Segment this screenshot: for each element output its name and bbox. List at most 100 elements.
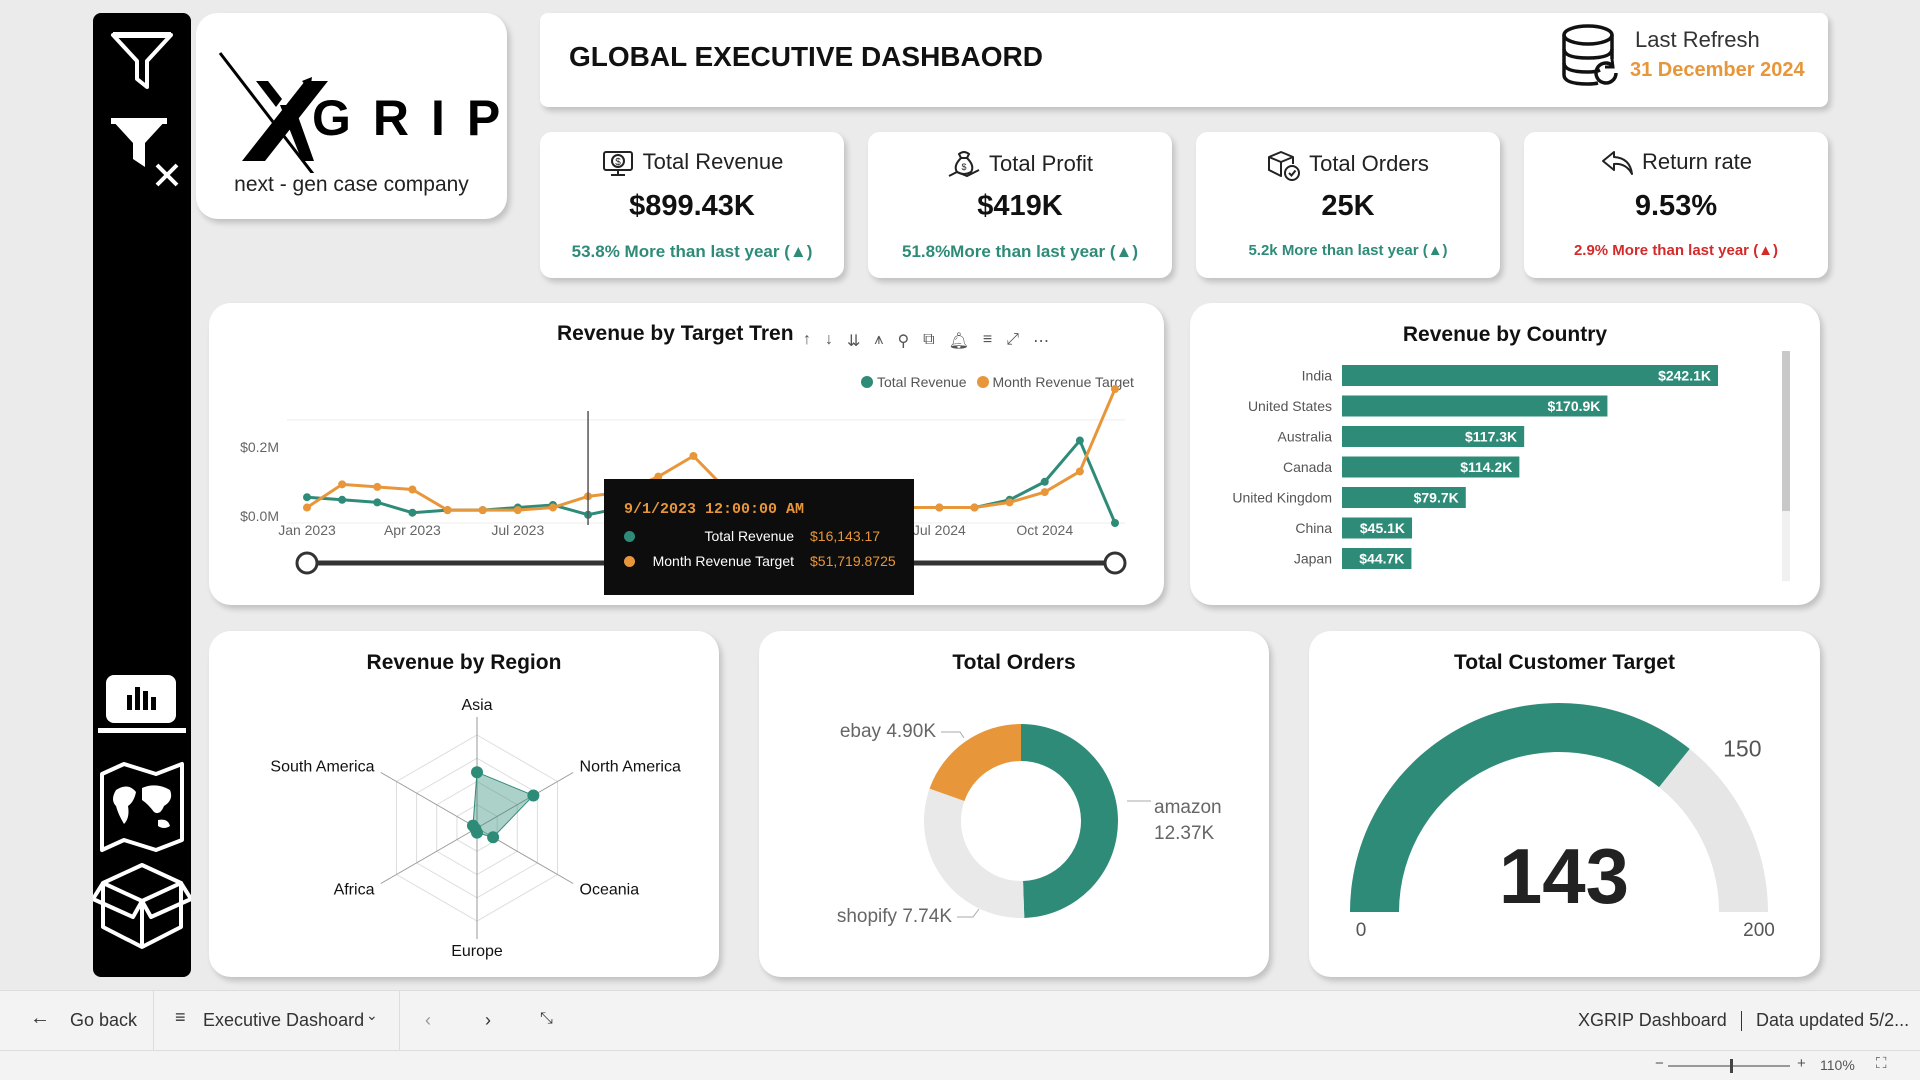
bar-value-label: $45.1K — [1360, 520, 1405, 536]
radar-point[interactable] — [487, 831, 500, 844]
kpi-total-profit[interactable]: $ Total Profit $419K 51.8%More than last … — [868, 132, 1172, 278]
data-point[interactable] — [1040, 477, 1049, 486]
bar-category-label: United Kingdom — [1232, 490, 1332, 506]
tooltip-label: Total Revenue — [704, 528, 794, 544]
kpi-delta: 51.8%More than last year (▲) — [901, 242, 1139, 261]
data-point[interactable] — [1111, 385, 1119, 393]
bar-value-label: $44.7K — [1359, 551, 1404, 567]
bar-category-label: Japan — [1294, 551, 1332, 567]
return-icon — [1601, 151, 1633, 175]
data-point[interactable] — [338, 495, 347, 504]
zoom-slider-thumb[interactable] — [1730, 1059, 1733, 1073]
zoom-level: 110% — [1820, 1057, 1855, 1073]
collapse-icon[interactable]: ⤡ — [540, 1010, 553, 1028]
revenue-region-card: Revenue by Region Asia North America Ocean… — [209, 631, 719, 977]
kpi-delta: 53.8% More than last year (▲) — [571, 242, 813, 261]
tooltip-swatch-target — [624, 556, 635, 567]
data-point[interactable] — [303, 493, 311, 502]
data-point[interactable] — [1111, 519, 1119, 527]
divider — [1741, 1011, 1742, 1031]
scrollbar-thumb[interactable] — [1782, 351, 1790, 511]
data-point[interactable] — [1040, 488, 1049, 497]
logo-tagline: next - gen case company — [234, 173, 469, 196]
data-point[interactable] — [478, 506, 487, 515]
chevron-down-icon[interactable]: ⌄ — [366, 1007, 378, 1024]
gauge-min-label: 0 — [1356, 920, 1367, 941]
donut-slice-ebay[interactable] — [929, 724, 1021, 802]
radar-leader-line — [380, 772, 397, 782]
radar-point[interactable] — [466, 819, 479, 832]
revenue-icon: $ — [602, 151, 633, 176]
data-point[interactable] — [443, 506, 452, 515]
bar-category-label: Australia — [1278, 429, 1333, 445]
bar-category-label: Canada — [1283, 459, 1332, 475]
fit-to-page-icon[interactable]: ⛶ — [1876, 1055, 1887, 1072]
data-point[interactable] — [373, 482, 382, 491]
x-tick-label: Jul 2023 — [491, 522, 544, 538]
radar-category-label: South America — [270, 759, 374, 776]
revenue-trend-card: Revenue by Target Tren ↑ ↓ ⇊ ⩚ ⚲ ⧉ 🔔︎ ≡ … — [209, 303, 1164, 605]
radar-point[interactable] — [471, 766, 483, 779]
clear-filter-icon[interactable] — [107, 109, 183, 189]
last-refresh-date: 31 December 2024 — [1630, 59, 1805, 81]
data-point[interactable] — [408, 508, 417, 517]
donut-slice-shopify[interactable] — [924, 788, 1025, 918]
data-point[interactable] — [1075, 436, 1084, 445]
go-back-button[interactable]: Go back — [70, 1010, 137, 1031]
scrollbar-track[interactable] — [1782, 351, 1790, 581]
customer-target-card: Total Customer Target 143 0 200 150 — [1309, 631, 1820, 977]
radar-category-label: Europe — [451, 943, 503, 960]
range-slider-end-handle[interactable] — [1103, 551, 1127, 575]
tooltip-value: $16,143.17 — [810, 528, 881, 544]
y-tick-label: $0.0M — [240, 508, 279, 524]
previous-page-icon[interactable]: ‹ — [425, 1010, 431, 1031]
data-point[interactable] — [970, 503, 979, 512]
data-point[interactable] — [513, 506, 522, 515]
radar-leader-line — [380, 874, 397, 884]
box-icon[interactable] — [93, 855, 191, 955]
logo-brand: GRIP — [312, 90, 500, 146]
kpi-value: 25K — [1321, 190, 1375, 222]
kpi-delta: 5.2k More than last year (▲) — [1248, 242, 1448, 259]
customer-target-gauge[interactable]: 143 0 200 150 — [1309, 631, 1820, 977]
data-point[interactable] — [1075, 467, 1084, 476]
tooltip-swatch-revenue — [624, 531, 635, 542]
data-point[interactable] — [1005, 498, 1014, 507]
data-point[interactable] — [373, 498, 382, 507]
data-point[interactable] — [935, 503, 944, 512]
region-radar-chart[interactable]: Asia North America Oceania Europe Africa Sout… — [209, 631, 719, 977]
x-tick-label: Apr 2023 — [384, 522, 441, 538]
filter-icon[interactable] — [107, 25, 177, 95]
data-point[interactable] — [303, 503, 311, 512]
radar-category-label: North America — [580, 759, 681, 776]
data-point[interactable] — [338, 480, 347, 489]
kpi-total-orders[interactable]: Total Orders 25K 5.2k More than last yea… — [1196, 132, 1500, 278]
bar-chart-icon[interactable] — [106, 675, 176, 723]
data-point[interactable] — [408, 485, 417, 494]
bar-value-label: $117.3K — [1465, 429, 1517, 445]
country-bar-chart[interactable]: India $242.1K United States $170.9K Australi… — [1190, 303, 1820, 605]
kpi-return-rate[interactable]: Return rate 9.53% 2.9% More than last ye… — [1524, 132, 1828, 278]
bar-value-label: $170.9K — [1547, 398, 1600, 414]
zoom-out-icon[interactable]: − — [1655, 1055, 1664, 1072]
radar-point[interactable] — [527, 789, 540, 802]
page-selector[interactable]: Executive Dashoard — [203, 1010, 364, 1031]
radar-category-label: Africa — [334, 882, 375, 899]
data-point[interactable] — [689, 452, 698, 460]
orders-donut-chart[interactable]: ebay 4.90K amazon 12.37K shopify 7.74K — [759, 631, 1269, 977]
data-point[interactable] — [548, 503, 557, 512]
donut-slice-amazon[interactable] — [1021, 724, 1118, 918]
y-tick-label: $0.2M — [240, 439, 279, 455]
zoom-in-icon[interactable]: + — [1797, 1055, 1806, 1072]
bar-category-label: China — [1295, 520, 1332, 536]
zoom-slider-track[interactable] — [1668, 1065, 1790, 1067]
radar-area — [472, 771, 535, 838]
gauge-max-label: 200 — [1743, 920, 1775, 941]
divider — [399, 991, 400, 1051]
kpi-total-revenue[interactable]: $ Total Revenue $899.43K 53.8% More than … — [540, 132, 844, 278]
back-arrow-icon[interactable]: ← — [30, 1007, 50, 1030]
world-map-icon[interactable] — [98, 758, 186, 854]
hamburger-icon[interactable]: ≡ — [175, 1007, 186, 1028]
range-slider-start-handle[interactable] — [295, 551, 319, 575]
next-page-icon[interactable]: › — [485, 1010, 491, 1031]
